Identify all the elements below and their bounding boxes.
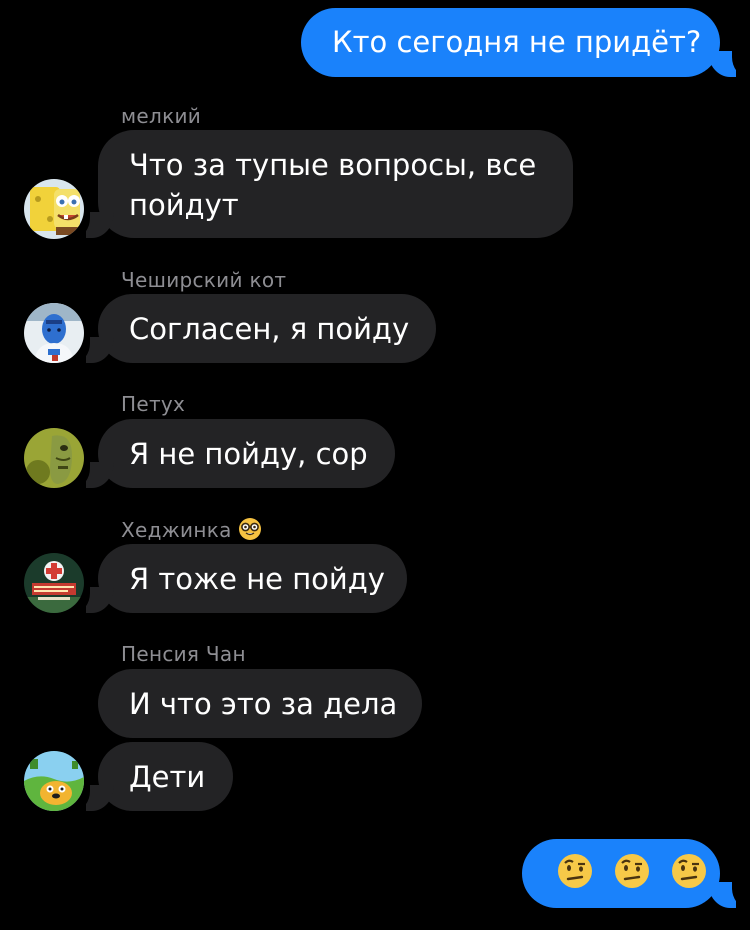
incoming-message-bubble[interactable]: Согласен, я пойду <box>98 294 436 363</box>
bubble-tail <box>72 337 114 363</box>
incoming-message-bubble[interactable]: Что за тупые вопросы, все пойдут <box>98 130 573 238</box>
incoming-message-bubble[interactable]: Дети <box>98 742 233 811</box>
green-creature-avatar-icon[interactable] <box>24 428 84 488</box>
sender-name: Чеширский кот <box>121 268 287 292</box>
incoming-message-bubble[interactable]: Я тоже не пойду <box>98 544 407 613</box>
bubble-tail <box>72 785 114 811</box>
outgoing-emoji-bubble[interactable] <box>522 839 720 908</box>
sender-name: Хеджинка <box>121 517 262 546</box>
face-with-raised-eyebrow-icon <box>613 852 651 900</box>
face-with-raised-eyebrow-icon <box>556 852 594 900</box>
message-text-line: Что за тупые вопросы, все <box>129 148 537 182</box>
jake-dog-avatar-icon[interactable] <box>24 751 84 811</box>
face-with-raised-eyebrow-icon <box>670 852 708 900</box>
blue-athlete-avatar-icon[interactable] <box>24 303 84 363</box>
outgoing-message-bubble[interactable]: Кто сегодня не придёт? <box>301 8 720 77</box>
spongebob-avatar-icon[interactable] <box>24 179 84 239</box>
message-text: Я тоже не пойду <box>129 562 385 596</box>
bubble-tail <box>72 462 114 488</box>
message-text-line: пойдут <box>129 188 239 222</box>
incoming-message-bubble[interactable]: И что это за дела <box>98 669 422 738</box>
bubble-tail <box>708 882 750 908</box>
nerd-face-emoji-icon <box>238 517 262 546</box>
message-text: Я не пойду, сор <box>129 437 368 471</box>
poster-avatar-icon[interactable] <box>24 553 84 613</box>
message-text: Дети <box>129 760 206 794</box>
message-text: И что это за дела <box>129 687 398 721</box>
outgoing-message-text: Кто сегодня не придёт? <box>332 25 702 59</box>
bubble-tail <box>708 51 750 77</box>
bubble-tail <box>72 212 114 238</box>
bubble-tail <box>72 587 114 613</box>
sender-name: мелкий <box>121 104 202 128</box>
incoming-message-bubble[interactable]: Я не пойду, сор <box>98 419 395 488</box>
message-text: Согласен, я пойду <box>129 312 410 346</box>
sender-name: Петух <box>121 392 186 416</box>
sender-name: Пенсия Чан <box>121 642 246 666</box>
sender-name-text: Хеджинка <box>121 518 232 542</box>
